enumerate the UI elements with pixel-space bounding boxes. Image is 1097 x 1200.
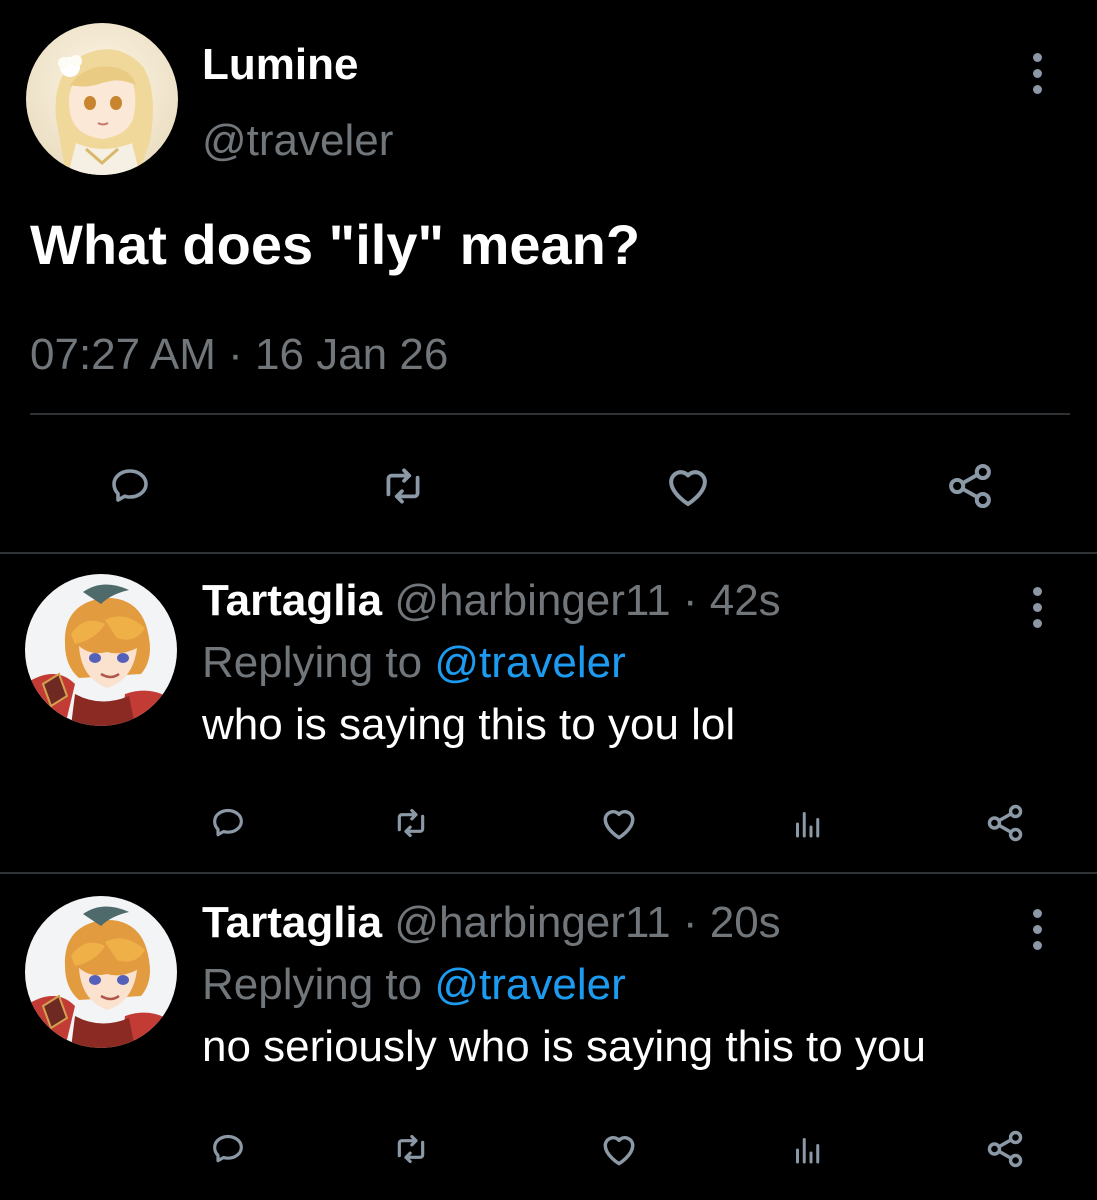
share-icon[interactable] (980, 1124, 1030, 1174)
more-options-icon[interactable] (1022, 582, 1052, 632)
analytics-icon[interactable] (786, 1128, 830, 1172)
timestamp-separator: · (228, 330, 243, 379)
like-icon[interactable] (594, 798, 644, 848)
reply-icon[interactable] (205, 1126, 251, 1172)
reply-icon[interactable] (102, 458, 158, 514)
main-tweet: Lumine @traveler What does "ily" mean? 0… (0, 0, 1097, 553)
reply-header: Tartaglia @harbinger11 · 42s (202, 576, 781, 626)
header-separator: · (682, 898, 698, 947)
reply-tweet[interactable]: Tartaglia @harbinger11 · 42s Replying to… (0, 554, 1097, 874)
divider (30, 413, 1070, 415)
share-icon[interactable] (980, 798, 1030, 848)
more-options-icon[interactable] (1022, 904, 1052, 954)
reply-author-name[interactable]: Tartaglia (202, 576, 382, 625)
reply-age: 42s (709, 576, 781, 625)
replying-to-line: Replying to @traveler (202, 638, 626, 688)
like-icon[interactable] (658, 456, 718, 516)
analytics-icon[interactable] (786, 802, 830, 846)
replying-to-line: Replying to @traveler (202, 960, 626, 1010)
more-options-icon[interactable] (1022, 48, 1052, 98)
replying-to-mention[interactable]: @traveler (434, 638, 625, 687)
reply-age: 20s (709, 898, 781, 947)
tweet-timestamp: 07:27 AM · 16 Jan 26 (30, 330, 448, 380)
reply-icon[interactable] (205, 800, 251, 846)
author-handle[interactable]: @traveler (202, 116, 393, 166)
retweet-icon[interactable] (388, 1126, 434, 1172)
tweet-text: What does "ily" mean? (30, 213, 641, 276)
retweet-icon[interactable] (375, 458, 431, 514)
replying-to-label: Replying to (202, 960, 423, 1009)
header-separator: · (682, 576, 698, 625)
reply-author-handle[interactable]: @harbinger11 (394, 898, 670, 947)
replying-to-label: Replying to (202, 638, 423, 687)
replying-to-mention[interactable]: @traveler (434, 960, 625, 1009)
retweet-icon[interactable] (388, 800, 434, 846)
reply-author-handle[interactable]: @harbinger11 (394, 576, 670, 625)
reply-author-avatar[interactable] (25, 896, 177, 1048)
reply-text: no seriously who is saying this to you (202, 1022, 926, 1071)
reply-author-name[interactable]: Tartaglia (202, 898, 382, 947)
like-icon[interactable] (594, 1124, 644, 1174)
divider (0, 872, 1097, 874)
share-icon[interactable] (940, 456, 1000, 516)
tweet-time: 07:27 AM (30, 330, 216, 379)
author-avatar[interactable] (26, 23, 178, 175)
tweet-date: 16 Jan 26 (255, 330, 449, 379)
reply-text: who is saying this to you lol (202, 700, 736, 749)
reply-author-avatar[interactable] (25, 574, 177, 726)
author-name[interactable]: Lumine (202, 40, 358, 90)
reply-tweet[interactable]: Tartaglia @harbinger11 · 20s Replying to… (0, 876, 1097, 1196)
reply-header: Tartaglia @harbinger11 · 20s (202, 898, 781, 948)
